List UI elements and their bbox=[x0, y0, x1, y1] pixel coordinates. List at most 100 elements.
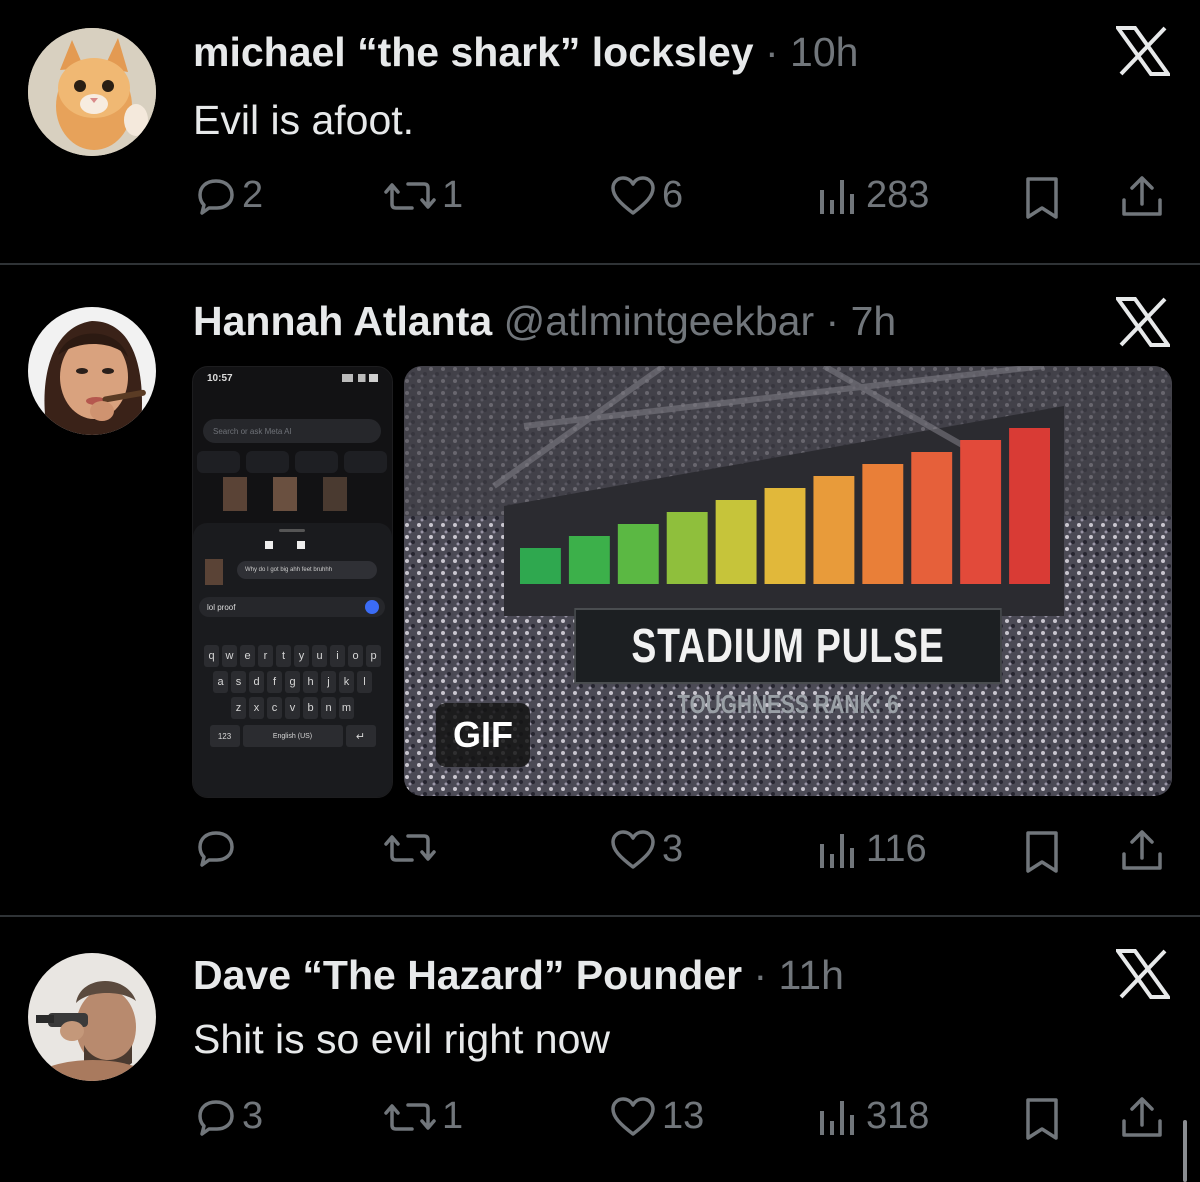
share-icon[interactable] bbox=[1118, 828, 1166, 872]
x-logo-icon bbox=[1116, 297, 1170, 347]
scrollbar[interactable] bbox=[1183, 1120, 1187, 1182]
phone-key: q bbox=[204, 645, 219, 667]
author-name[interactable]: michael “the shark” locksley bbox=[193, 29, 754, 75]
post-header: Dave “The Hazard” Pounder · 11h bbox=[193, 951, 844, 999]
phone-search-placeholder: Search or ask Meta AI bbox=[213, 426, 292, 436]
bookmark-icon[interactable] bbox=[1024, 830, 1060, 874]
meter-bar bbox=[715, 500, 757, 584]
gif-badge: GIF bbox=[436, 703, 530, 767]
share-icon[interactable] bbox=[1118, 174, 1166, 218]
phone-key: r bbox=[258, 645, 273, 667]
phone-key: a bbox=[213, 671, 228, 693]
meter-bar bbox=[911, 452, 953, 584]
like-button[interactable]: 6 bbox=[610, 174, 683, 217]
heart-icon bbox=[611, 175, 655, 215]
phone-chat-bubble: Why do I got big ahh feet bruhhh bbox=[237, 561, 377, 579]
phone-key: n bbox=[321, 697, 336, 719]
phone-key: v bbox=[285, 697, 300, 719]
meter-bar bbox=[617, 524, 659, 584]
views-button[interactable]: 283 bbox=[816, 174, 929, 217]
post-time[interactable]: · 11h bbox=[753, 952, 843, 998]
cat-avatar[interactable] bbox=[28, 28, 156, 156]
post-header: Hannah Atlanta @atlmintgeekbar · 7h bbox=[193, 297, 896, 345]
post[interactable]: michael “the shark” locksley · 10h Evil … bbox=[0, 0, 1200, 262]
phone-key: t bbox=[276, 645, 291, 667]
author-handle[interactable]: @atlmintgeekbar bbox=[504, 298, 815, 344]
share-icon[interactable] bbox=[1118, 1095, 1166, 1139]
views-button[interactable]: 318 bbox=[816, 1095, 929, 1138]
phone-chat-sheet: Why do I got big ahh feet bruhhh lol pro… bbox=[193, 523, 392, 797]
meter-bar bbox=[520, 548, 561, 584]
phone-key: g bbox=[285, 671, 300, 693]
phone-key: b bbox=[303, 697, 318, 719]
woman-avatar[interactable] bbox=[28, 307, 156, 435]
author-name[interactable]: Hannah Atlanta bbox=[193, 298, 492, 344]
meter-bar bbox=[862, 464, 904, 584]
meter-bar bbox=[813, 476, 855, 584]
post-time[interactable]: · 10h bbox=[765, 29, 858, 75]
phone-suggestion-row bbox=[197, 451, 387, 473]
views-icon bbox=[820, 833, 854, 868]
view-count: 283 bbox=[866, 174, 930, 216]
phone-key: m bbox=[339, 697, 354, 719]
phone-key: c bbox=[267, 697, 282, 719]
x-logo-icon bbox=[1116, 26, 1170, 76]
view-count: 116 bbox=[866, 828, 927, 870]
phone-num-key: 123 bbox=[209, 725, 240, 747]
like-button[interactable]: 13 bbox=[610, 1095, 704, 1138]
post-time[interactable]: · 7h bbox=[826, 298, 897, 344]
like-count: 6 bbox=[662, 174, 684, 216]
phone-search-bar[interactable]: Search or ask Meta AI bbox=[203, 419, 381, 443]
phone-key: s bbox=[231, 671, 246, 693]
phone-clock: 10:57 bbox=[207, 373, 233, 384]
repost-button[interactable] bbox=[384, 828, 442, 868]
views-icon bbox=[820, 1100, 854, 1135]
like-count: 3 bbox=[662, 828, 684, 870]
phone-key: z bbox=[231, 697, 246, 719]
post[interactable]: Dave “The Hazard” Pounder · 11h Shit is … bbox=[0, 917, 1200, 1182]
meter-bar bbox=[568, 536, 610, 584]
heart-icon bbox=[611, 829, 655, 869]
reply-icon bbox=[198, 1099, 234, 1136]
reply-button[interactable]: 3 bbox=[196, 1095, 263, 1138]
phone-key: h bbox=[303, 671, 318, 693]
phone-key: l bbox=[357, 671, 372, 693]
phone-key: x bbox=[249, 697, 264, 719]
media-screenshot[interactable]: 10:57 Search or ask Meta AI Why do I got… bbox=[192, 366, 393, 798]
gif-title: STADIUM PULSE bbox=[574, 608, 1002, 684]
reply-button[interactable] bbox=[196, 828, 242, 868]
like-button[interactable]: 3 bbox=[610, 828, 683, 871]
bookmark-icon[interactable] bbox=[1024, 1097, 1060, 1141]
phone-keyboard: qwertyuiop asdfghjkl zxcvbnm 123 English… bbox=[193, 641, 392, 747]
repost-icon bbox=[384, 834, 436, 862]
x-logo-icon bbox=[1116, 949, 1170, 999]
reply-button[interactable]: 2 bbox=[196, 174, 263, 217]
repost-button[interactable]: 1 bbox=[384, 174, 463, 217]
phone-key: d bbox=[249, 671, 264, 693]
phone-key: j bbox=[321, 671, 336, 693]
repost-count: 1 bbox=[442, 174, 464, 216]
post-actions: 3 116 bbox=[0, 822, 1200, 878]
phone-key: f bbox=[267, 671, 282, 693]
repost-icon bbox=[384, 1102, 436, 1131]
man-avatar[interactable] bbox=[28, 953, 156, 1081]
meter-bar bbox=[960, 440, 1002, 584]
phone-key: p bbox=[366, 645, 381, 667]
author-name[interactable]: Dave “The Hazard” Pounder bbox=[193, 952, 742, 998]
like-count: 13 bbox=[662, 1095, 705, 1137]
bookmark-icon[interactable] bbox=[1024, 176, 1060, 220]
reply-count: 2 bbox=[242, 174, 264, 216]
repost-button[interactable]: 1 bbox=[384, 1095, 463, 1138]
views-button[interactable]: 116 bbox=[816, 828, 927, 871]
meter-bar bbox=[764, 488, 806, 584]
post-text: Shit is so evil right now bbox=[193, 1016, 611, 1062]
heart-icon bbox=[611, 1096, 655, 1136]
phone-key: w bbox=[222, 645, 237, 667]
post-text: Evil is afoot. bbox=[193, 97, 415, 143]
reply-icon bbox=[198, 831, 234, 867]
phone-key: u bbox=[312, 645, 327, 667]
phone-text-input[interactable]: lol proof bbox=[199, 597, 385, 617]
phone-status-icons bbox=[342, 374, 378, 382]
phone-key: y bbox=[294, 645, 309, 667]
phone-key: k bbox=[339, 671, 354, 693]
